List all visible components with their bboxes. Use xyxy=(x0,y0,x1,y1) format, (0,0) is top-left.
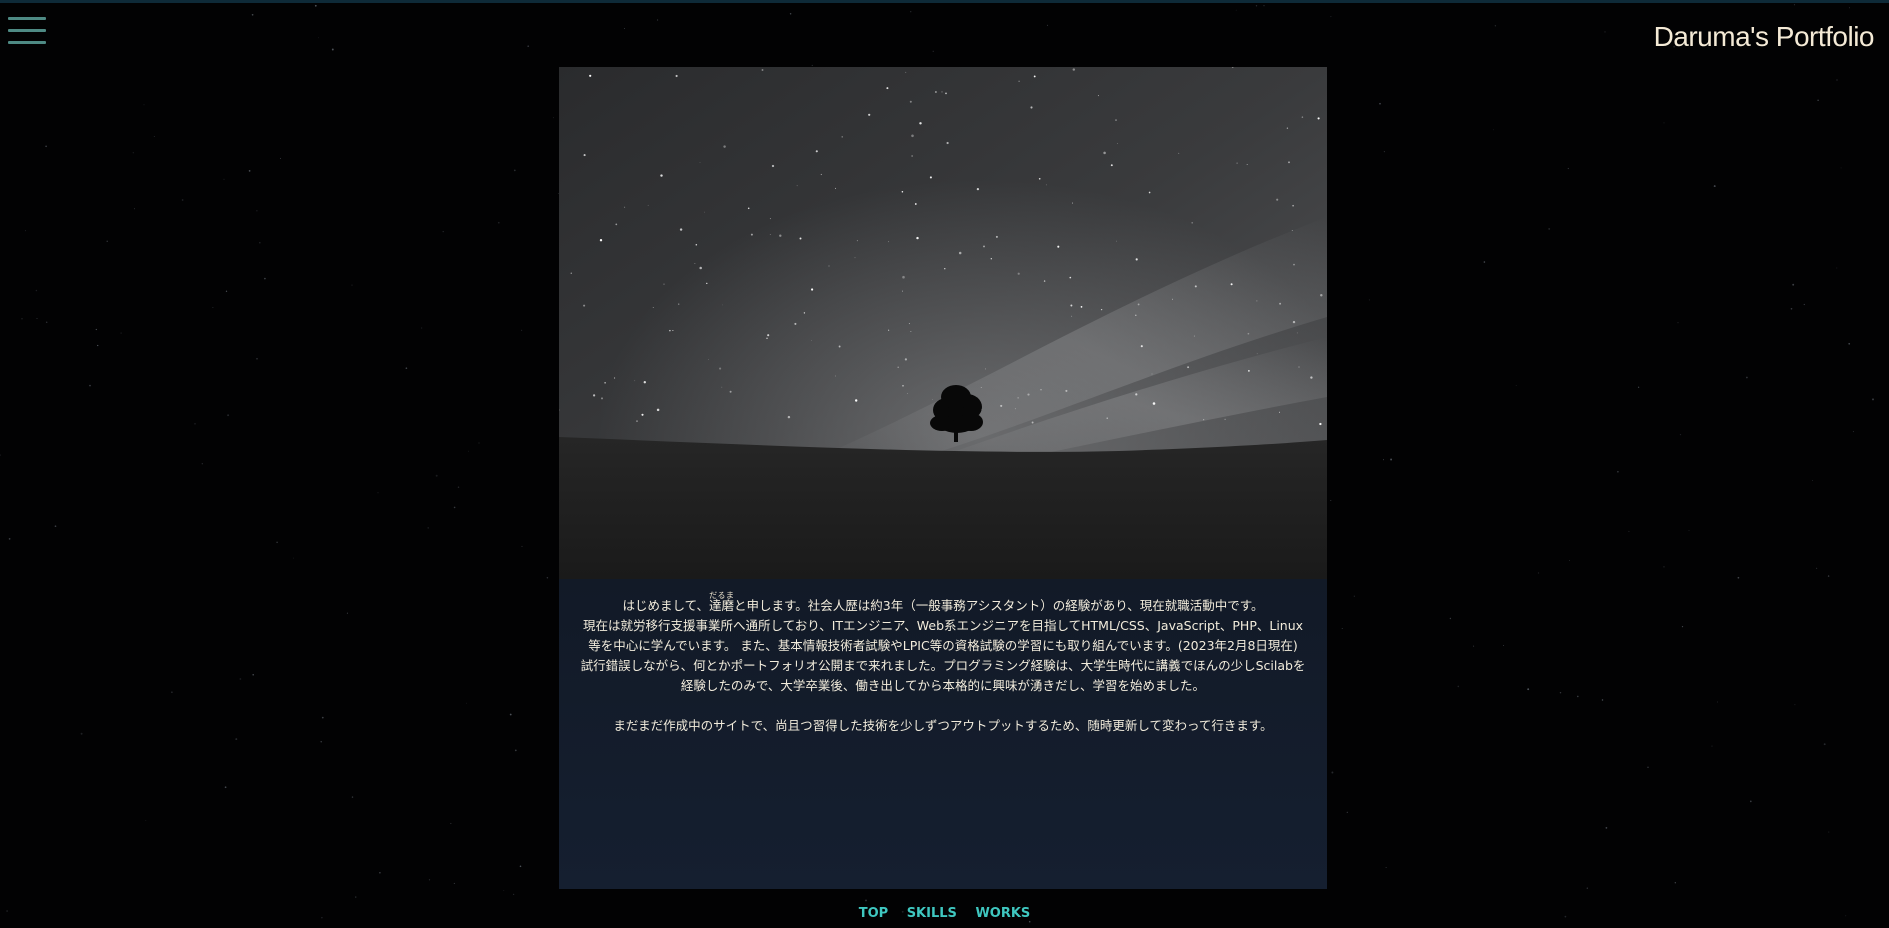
hamburger-menu-icon[interactable] xyxy=(8,17,46,45)
intro-line: 等を中心に学んでいます。 また、基本情報技術者試験やLPIC等の資格試験の学習に… xyxy=(588,638,1298,653)
intro-text: はじめまして、達磨だるまと申します。社会人歴は約3年（一般事務アシスタント）の経… xyxy=(559,591,1327,736)
footer-nav: TOP SKILLS WORKS xyxy=(0,906,1889,921)
page: Daruma's Portfolio はじめまして、達磨だるまと申します。社会人… xyxy=(0,0,1889,928)
intro-line: まだまだ作成中のサイトで、尚且つ習得した技術を少しずつアウトプットするため、随時… xyxy=(613,718,1273,733)
nav-link-skills[interactable]: SKILLS xyxy=(907,906,957,921)
hamburger-bar xyxy=(8,17,46,20)
intro-line: 現在は就労移行支援事業所へ通所しており、ITエンジニア、Web系エンジニアを目指… xyxy=(582,618,1304,633)
nav-link-top[interactable]: TOP xyxy=(859,906,888,921)
site-title[interactable]: Daruma's Portfolio xyxy=(1654,21,1875,53)
hamburger-bar xyxy=(8,41,46,44)
hero-image xyxy=(559,67,1327,579)
profile-card: はじめまして、達磨だるまと申します。社会人歴は約3年（一般事務アシスタント）の経… xyxy=(559,67,1327,889)
nav-link-works[interactable]: WORKS xyxy=(975,906,1030,921)
name-ruby: 達磨だるま xyxy=(709,591,735,613)
intro-line: 経験したのみで、大学卒業後、働き出してから本格的に興味が湧きだし、学習を始めまし… xyxy=(680,678,1206,693)
intro-line: 試行錯誤しながら、何とかポートフォリオ公開まで来れました。プログラミング経験は、… xyxy=(580,658,1306,673)
intro-line: はじめまして、達磨だるまと申します。社会人歴は約3年（一般事務アシスタント）の経… xyxy=(622,591,1264,613)
hamburger-bar xyxy=(8,29,46,32)
